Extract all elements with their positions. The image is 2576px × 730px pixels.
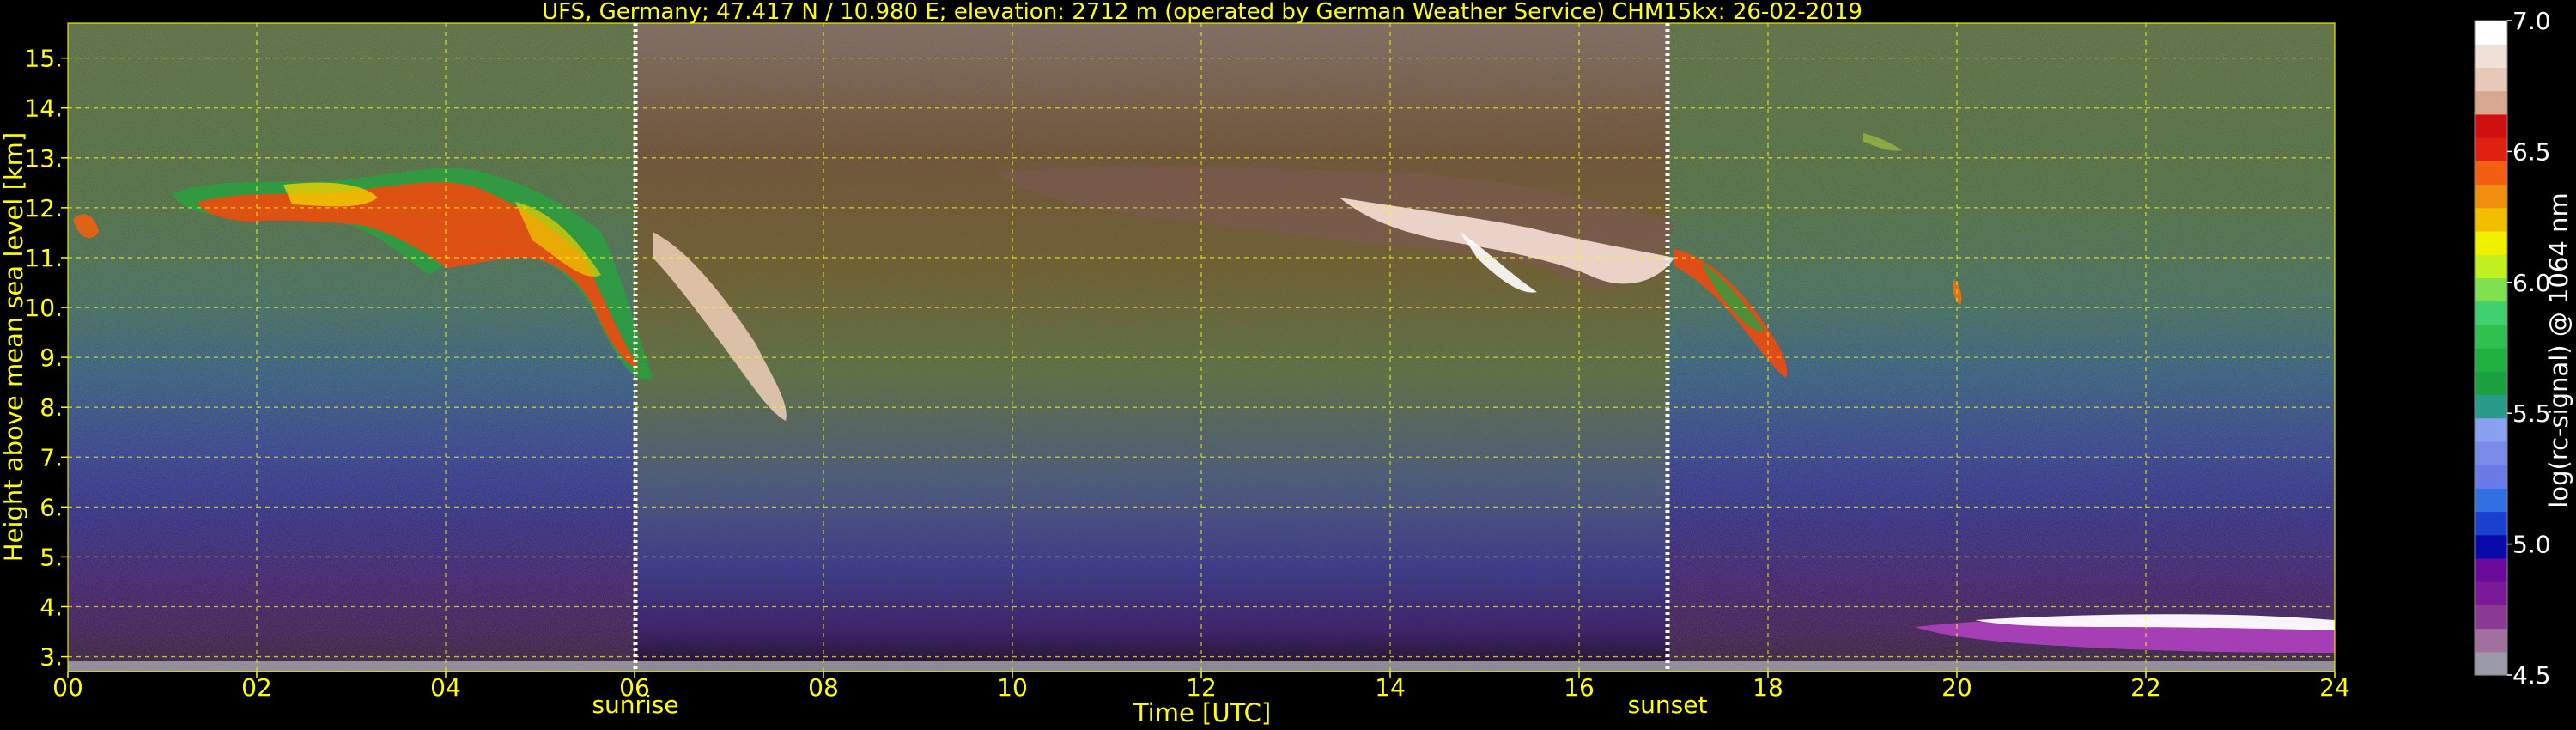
chart-title: UFS, Germany; 47.417 N / 10.980 E; eleva… (542, 0, 1862, 25)
x-tick-label: 02 (241, 673, 272, 702)
x-tick-label: 18 (1753, 673, 1783, 702)
colorbar-segment (2475, 277, 2507, 302)
colorbar-segment (2475, 21, 2507, 45)
y-tick-label: 4. (39, 593, 63, 622)
colorbar-segment (2475, 254, 2507, 278)
colorbar-segment (2475, 184, 2507, 209)
colorbar-tick-label: 7.0 (2512, 7, 2551, 35)
colorbar-segment (2475, 230, 2507, 255)
sunset-label: sunset (1628, 690, 1708, 719)
colorbar-segment (2475, 581, 2507, 605)
plot-area (67, 22, 2336, 672)
colorbar-segment (2475, 44, 2507, 69)
y-axis-label: Height above mean sea level [km] (0, 132, 28, 562)
colorbar-segment (2475, 534, 2507, 559)
x-tick-label: 04 (430, 673, 461, 702)
colorbar-segment (2475, 628, 2507, 653)
y-tick-label: 8. (39, 393, 63, 422)
x-axis-label: Time [UTC] (1133, 698, 1271, 727)
colorbar-segment (2475, 207, 2507, 232)
colorbar-segment (2475, 488, 2507, 513)
y-tick-label: 3. (39, 643, 63, 672)
x-tick-label: 22 (2130, 673, 2161, 702)
x-tick-label: 16 (1564, 673, 1595, 702)
colorbar-tick-label: 5.0 (2512, 531, 2551, 559)
sunrise-label: sunrise (592, 690, 678, 719)
x-tick-label: 08 (808, 673, 839, 702)
y-tick-label: 6. (39, 493, 63, 521)
colorbar-segment (2475, 511, 2507, 536)
colorbar-segment (2475, 324, 2507, 349)
colorbar-segment (2475, 348, 2507, 372)
colorbar (2474, 20, 2508, 676)
colorbar-tick-label: 4.5 (2512, 661, 2551, 690)
colorbar-segment (2475, 301, 2507, 325)
colorbar-segment (2475, 371, 2507, 396)
x-tick-label: 24 (2319, 673, 2350, 702)
y-tick-label: 5. (39, 543, 63, 571)
colorbar-segment (2475, 113, 2507, 138)
colorbar-tick-label: 6.5 (2512, 137, 2551, 166)
colorbar-segment (2475, 394, 2507, 419)
x-axis-ticks: 00 02 04 06 08 10 12 14 16 18 20 22 24 (52, 672, 2350, 702)
colorbar-label: log(rc-signal) @ 1064 nm (2544, 192, 2573, 508)
y-tick-label: 15. (24, 45, 63, 73)
colorbar-segment (2475, 417, 2507, 442)
y-tick-label: 13. (24, 144, 63, 173)
y-tick-label: 11. (24, 244, 63, 272)
colorbar-segment (2475, 605, 2507, 630)
colorbar-segment (2475, 557, 2507, 582)
y-tick-label: 14. (24, 94, 63, 123)
colorbar-segment (2475, 90, 2507, 115)
colorbar-segment (2475, 137, 2507, 161)
x-tick-label: 14 (1375, 673, 1406, 702)
y-tick-label: 7. (39, 443, 63, 471)
colorbar-segment (2475, 441, 2507, 465)
colorbar-segment (2475, 161, 2507, 186)
y-tick-label: 9. (39, 344, 63, 372)
colorbar-segment (2475, 465, 2507, 489)
y-tick-label: 10. (24, 294, 63, 322)
colorbar-segment (2475, 651, 2507, 676)
y-axis-ticks: 3. 4. 5. 6. 7. 8. 9. 10. 11. 12. 13. 14. 15. (24, 45, 68, 672)
ceilometer-chart: UFS, Germany; 47.417 N / 10.980 E; eleva… (0, 0, 2573, 727)
x-tick-label: 00 (52, 673, 83, 702)
y-tick-label: 12. (24, 194, 63, 222)
x-tick-label: 20 (1941, 673, 1972, 702)
x-tick-label: 10 (997, 673, 1028, 702)
colorbar-segment (2475, 67, 2507, 92)
